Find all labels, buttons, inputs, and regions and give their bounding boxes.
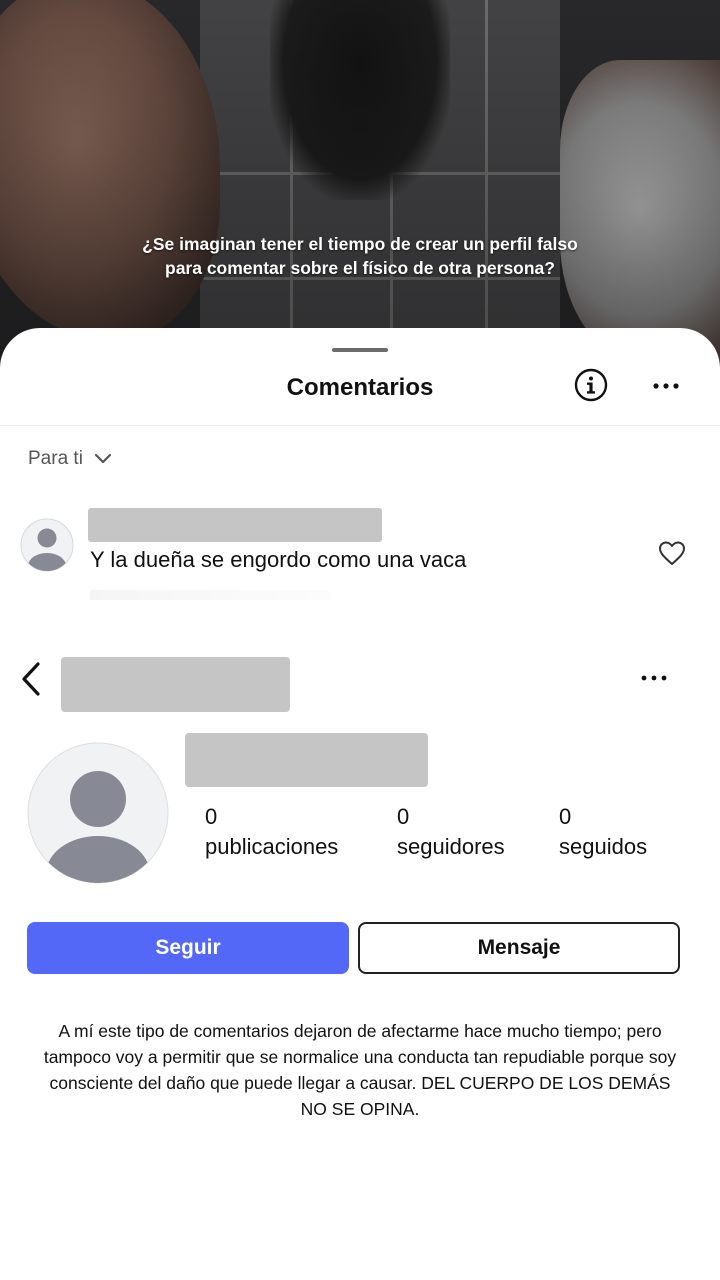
stat-label: seguidos [559,834,648,859]
stat-label: publicaciones [205,834,339,859]
stat-value: 0 [559,804,572,829]
stat-value: 0 [397,804,410,829]
filter-label: Para ti [28,448,83,469]
header-divider [0,425,720,426]
more-horizontal-icon[interactable] [636,668,672,688]
stat-publications[interactable]: 0 publicaciones [205,802,338,862]
post-caption: ¿Se imaginan tener el tiempo de crear un… [0,232,720,280]
profile-avatar [27,742,169,884]
chevron-left-icon[interactable] [18,660,46,698]
commenter-username-redacted [88,508,382,542]
follow-button[interactable]: Seguir [27,922,349,974]
more-horizontal-icon[interactable] [648,376,684,396]
comment-meta-faded [90,590,330,600]
stat-followers[interactable]: 0 seguidores [397,802,505,862]
comment-text: Y la dueña se engordo como una vaca [90,547,467,572]
stat-value: 0 [205,804,218,829]
chevron-down-icon [94,453,112,464]
info-icon[interactable] [574,368,608,402]
heart-icon[interactable] [658,540,686,566]
stat-label: seguidores [397,834,505,859]
message-button[interactable]: Mensaje [358,922,680,974]
post-caption-line-2: para comentar sobre el físico de otra pe… [165,258,555,278]
commenter-avatar[interactable] [20,518,74,572]
image-overlay [0,0,720,380]
profile-username-redacted [61,657,290,712]
caption-note: A mí este tipo de comentarios dejaron de… [43,1021,677,1119]
post-image [0,0,720,380]
sheet-title: Comentarios [286,374,434,401]
profile-name-redacted [185,733,428,787]
stat-following[interactable]: 0 seguidos [559,802,647,862]
sheet-drag-handle[interactable] [332,348,388,352]
comment-filter-dropdown[interactable]: Para ti [28,448,113,470]
post-caption-line-1: ¿Se imaginan tener el tiempo de crear un… [142,234,578,254]
